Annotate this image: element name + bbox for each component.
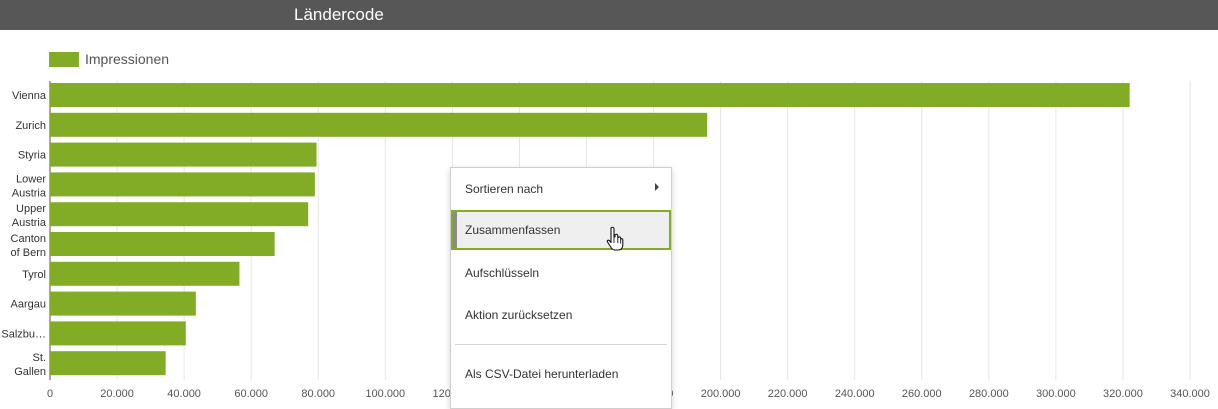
x-tick-label: 100.000: [365, 388, 405, 400]
category-label: Canton of Bern: [11, 233, 46, 259]
highlight-edge: [453, 212, 457, 248]
x-tick-label: 280.000: [969, 388, 1009, 400]
menu-item-download-csv[interactable]: Als CSV-Datei herunterladen: [451, 354, 671, 394]
menu-item-sort-by[interactable]: Sortieren nach: [451, 169, 671, 209]
menu-item-summarize[interactable]: Zusammenfassen: [451, 210, 671, 250]
x-tick-label: 320.000: [1103, 388, 1143, 400]
bar: [50, 321, 186, 346]
context-menu: Sortieren nach Zusammenfassen Aufschlüss…: [450, 167, 672, 409]
menu-item-label: Aufschlüsseln: [465, 266, 540, 280]
category-label: Styria: [18, 150, 47, 162]
x-tick-label: 260.000: [902, 388, 942, 400]
category-label: Tyrol: [22, 269, 46, 281]
bar: [50, 202, 309, 227]
x-tick-label: 40.000: [167, 388, 201, 400]
menu-item-reset-action[interactable]: Aktion zurücksetzen: [451, 295, 671, 335]
x-tick-label: 220.000: [768, 388, 808, 400]
category-label: Upper Austria: [12, 203, 47, 229]
x-tick-label: 300.000: [1036, 388, 1076, 400]
menu-item-label: Sortieren nach: [465, 182, 544, 196]
menu-divider: [455, 344, 667, 345]
bar: [50, 351, 166, 376]
menu-item-label: Zusammenfassen: [465, 223, 561, 237]
category-label: St. Gallen: [14, 352, 46, 378]
x-tick-label: 60.000: [234, 388, 268, 400]
bar: [50, 172, 315, 197]
menu-item-drill-down[interactable]: Aufschlüsseln: [451, 253, 671, 293]
x-tick-label: 80.000: [301, 388, 335, 400]
x-tick-label: 240.000: [835, 388, 875, 400]
bar: [50, 142, 317, 167]
bar: [50, 261, 240, 286]
category-label: Zurich: [15, 120, 46, 132]
bar: [50, 232, 275, 256]
x-tick-label: 200.000: [701, 388, 741, 400]
x-tick-label: 340.000: [1170, 388, 1210, 400]
bar: [50, 83, 1130, 107]
category-label: Aargau: [11, 299, 46, 311]
category-label: Vienna: [12, 90, 47, 102]
hand-pointer-cursor-icon: [606, 226, 624, 251]
bar: [50, 112, 708, 137]
bar: [50, 291, 196, 316]
category-label: Salzbu…: [1, 328, 46, 340]
menu-item-label: Aktion zurücksetzen: [465, 308, 573, 322]
category-label: Lower Austria: [12, 173, 47, 199]
x-tick-label: 0: [47, 388, 53, 400]
menu-item-label: Als CSV-Datei herunterladen: [465, 367, 619, 381]
x-tick-label: 20.000: [100, 388, 134, 400]
submenu-arrow-icon: [655, 183, 659, 191]
